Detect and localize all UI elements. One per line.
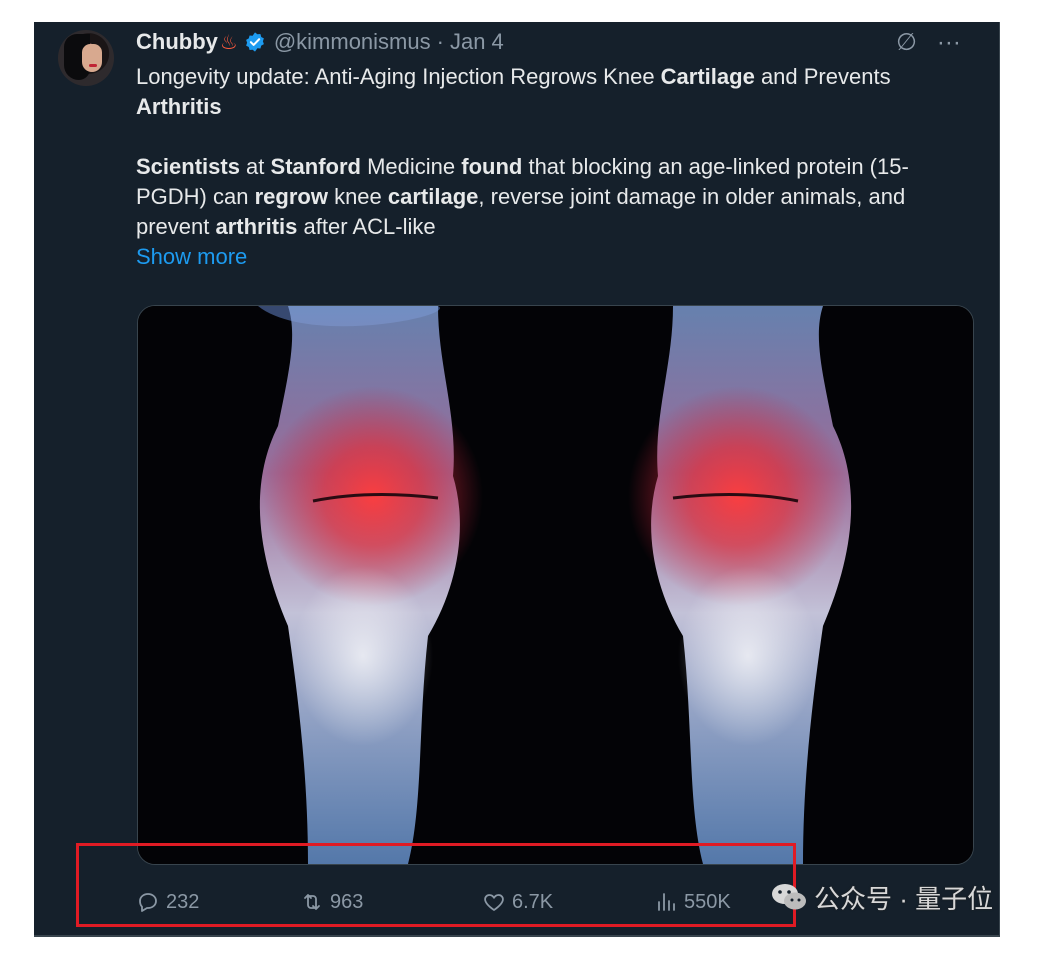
bold-segment: arthritis (215, 214, 298, 239)
bold-segment: Cartilage (660, 64, 755, 89)
knee-xray-image (138, 306, 973, 864)
hot-springs-emoji: ♨ (219, 31, 238, 54)
watermark: 公众号 · 量子位 (770, 880, 993, 914)
tweet-paragraph: Scientists at Stanford Medicine found th… (136, 152, 972, 242)
author-name[interactable]: Chubby (136, 29, 218, 55)
grok-icon[interactable]: ∅ (896, 28, 917, 57)
text-segment: after ACL-like (297, 214, 436, 239)
tweet-headline: Longevity update: Anti-Aging Injection R… (136, 62, 972, 122)
header-separator: · (436, 29, 444, 54)
text-segment: knee (327, 184, 388, 209)
wechat-icon (772, 884, 806, 910)
bold-segment: Arthritis (136, 94, 222, 119)
more-options-icon[interactable]: ··· (937, 29, 961, 57)
tweet-image[interactable] (137, 305, 974, 865)
show-more-link[interactable]: Show more (136, 242, 972, 272)
divider (34, 935, 1000, 937)
text-segment: Medicine (360, 154, 462, 179)
watermark-text: 公众号 · 量子位 (814, 883, 994, 914)
bold-segment: regrow (254, 184, 328, 209)
highlight-box (76, 843, 796, 927)
bold-segment: found (461, 154, 523, 179)
avatar[interactable] (58, 30, 114, 86)
verified-badge-icon (245, 32, 264, 52)
post-date[interactable]: Jan 4 (450, 29, 504, 55)
text-segment: at (239, 154, 271, 179)
bold-segment: Stanford (270, 154, 361, 179)
bold-segment: Scientists (136, 154, 240, 179)
text-segment: Longevity update: Anti-Aging Injection R… (136, 64, 661, 89)
tweet-header: Chubby ♨ @kimmonismus · Jan 4 (136, 27, 504, 57)
text-segment: and Prevents (754, 64, 891, 89)
bold-segment: cartilage (387, 184, 479, 209)
tweet-text: Longevity update: Anti-Aging Injection R… (136, 62, 972, 272)
author-handle[interactable]: @kimmonismus (274, 29, 431, 55)
tweet-top-actions: ∅ ··· (896, 28, 961, 57)
